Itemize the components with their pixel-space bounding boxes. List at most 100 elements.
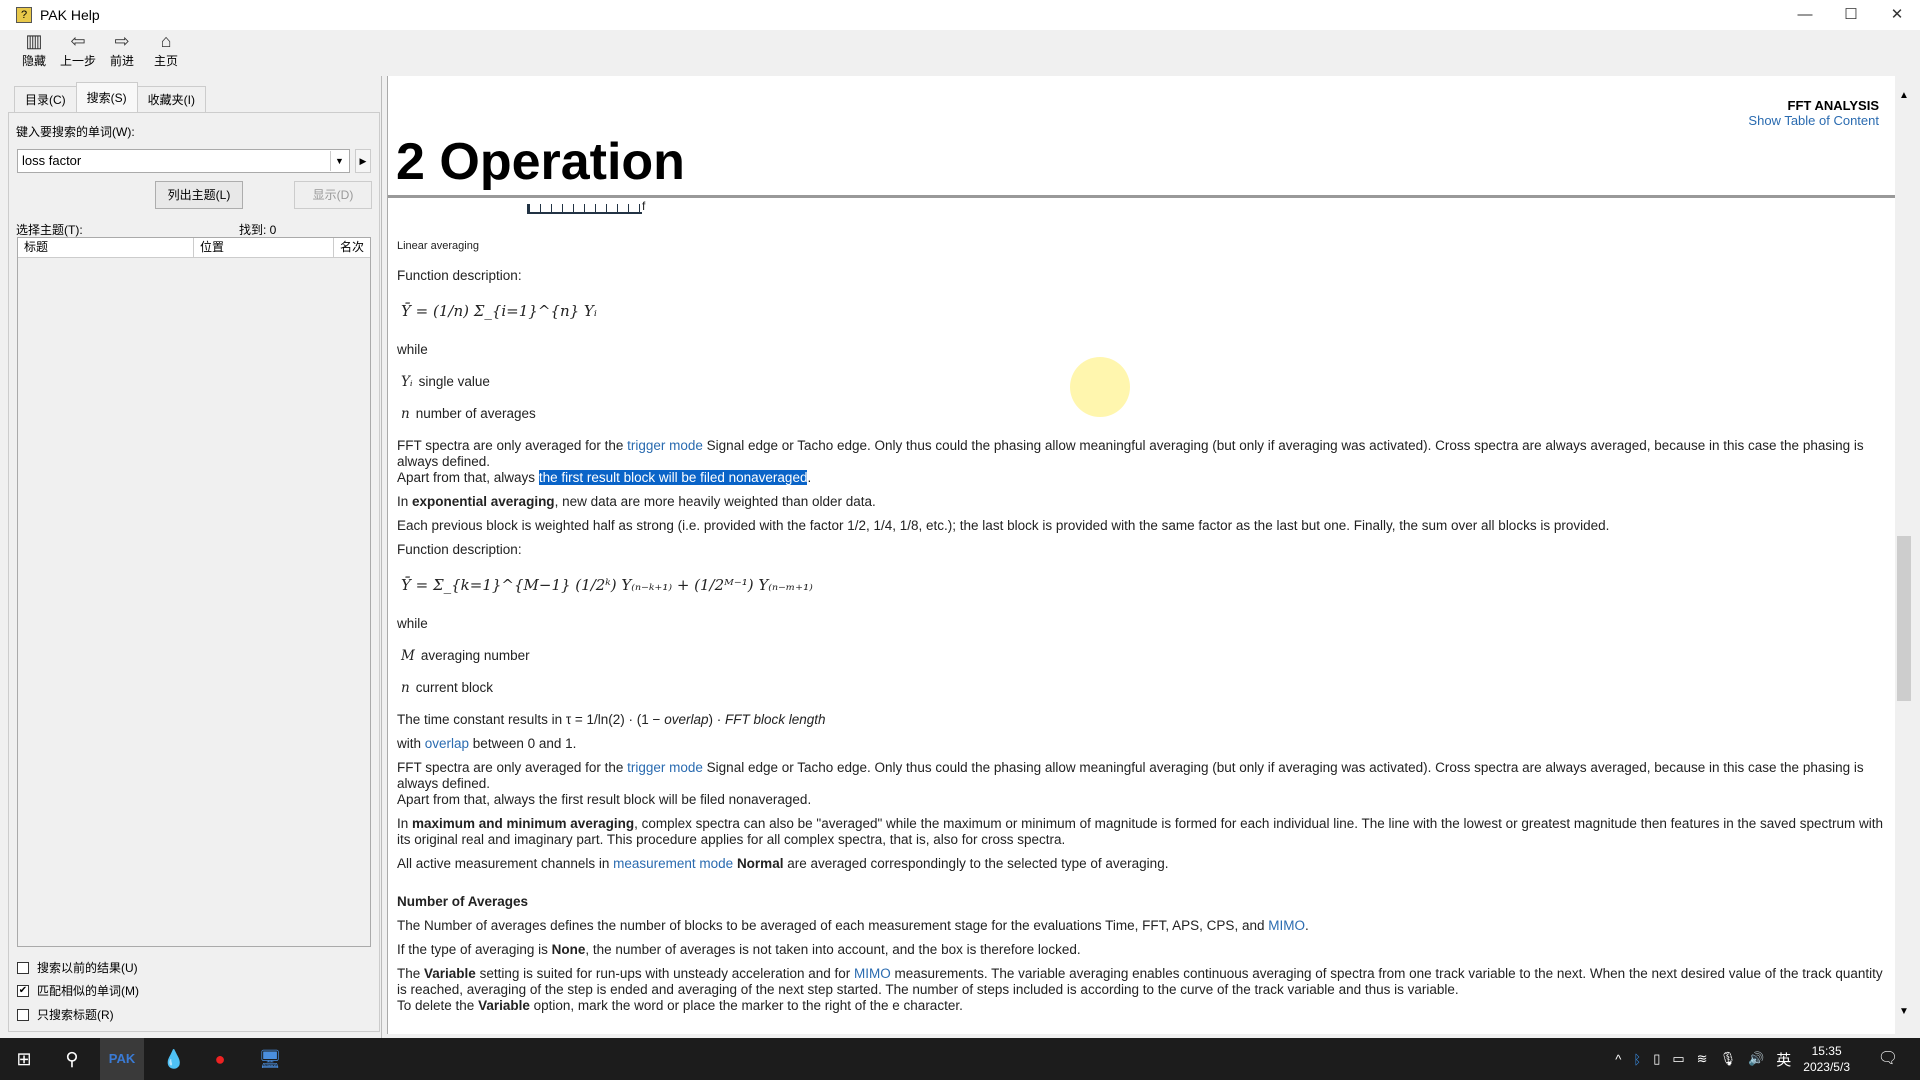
caption: Linear averaging — [397, 240, 479, 252]
checkbox-label: 搜索以前的结果(U) — [37, 961, 138, 975]
pak-app-icon[interactable]: PAK — [100, 1038, 144, 1080]
wifi-icon[interactable]: ≋ — [1697, 1051, 1708, 1067]
scroll-up-icon[interactable]: ▲ — [1895, 90, 1913, 101]
tab-search[interactable]: 搜索(S) — [75, 82, 138, 112]
paragraph: FFT spectra are only averaged for the tr… — [397, 760, 1864, 807]
exponential-formula: Ȳ = Σ_{k=1}^{M−1} (1/2ᵏ) Y₍ₙ₋ₖ₊₁₎ + (1/2… — [401, 576, 813, 594]
measurement-mode-link[interactable]: measurement mode — [613, 856, 733, 871]
tab-contents[interactable]: 目录(C) — [14, 86, 77, 112]
linear-formula: Ȳ = (1/n) Σ_{i=1}^{n} Yᵢ — [401, 302, 597, 320]
taskbar: ⊞ ⚲ PAK 💧 ● 🖥 ^ ᛒ ▯ ▭ ≋ 🎙 🔊 英 15:35 2023/… — [0, 1038, 1920, 1080]
checkmark-icon[interactable]: ✔ — [17, 984, 29, 997]
scroll-down-icon[interactable]: ▼ — [1895, 1006, 1913, 1017]
paragraph: The Number of averages defines the numbe… — [397, 918, 1309, 933]
select-topic-label: 选择主题(T): — [16, 223, 83, 237]
windows-start-icon[interactable]: ⊞ — [0, 1038, 48, 1080]
chevron-down-icon[interactable]: ▼ — [330, 151, 348, 171]
help-app-icon: ? — [16, 7, 32, 23]
record-app-icon[interactable]: ● — [196, 1038, 244, 1080]
search-previous-checkbox[interactable]: 搜索以前的结果(U) — [17, 959, 138, 976]
titles-only-checkbox[interactable]: 只搜索标题(R) — [17, 1006, 114, 1023]
paragraph: In exponential averaging, new data are m… — [397, 494, 876, 509]
column-title[interactable]: 标题 — [18, 238, 194, 257]
date: 2023/5/3 — [1803, 1060, 1850, 1074]
chevron-up-icon[interactable]: ^ — [1615, 1052, 1621, 1067]
definition: current block — [415, 680, 493, 695]
navigation-pane: 目录(C) 搜索(S) 收藏夹(I) 键入要搜索的单词(W): loss fac… — [0, 76, 382, 1038]
overlap-link[interactable]: overlap — [425, 736, 469, 751]
symbol: n — [401, 406, 410, 422]
scrollbar-thumb[interactable] — [1897, 536, 1911, 701]
help-content: FFT ANALYSIS Show Table of Content 2 Ope… — [387, 76, 1895, 1034]
maximize-button[interactable]: ☐ — [1828, 0, 1874, 30]
back-button[interactable]: ⇦ 上一步 — [56, 30, 100, 76]
paragraph: In maximum and minimum averaging, comple… — [397, 816, 1884, 847]
checkbox[interactable] — [17, 1008, 29, 1021]
time: 15:35 — [1811, 1044, 1842, 1058]
back-label: 上一步 — [59, 54, 96, 68]
mimo-link[interactable]: MIMO — [854, 966, 891, 981]
frequency-axis-figure — [527, 204, 642, 214]
symbol: Yᵢ — [401, 374, 413, 390]
search-icon[interactable]: ⚲ — [48, 1038, 96, 1080]
battery-icon[interactable]: ▭ — [1672, 1051, 1684, 1067]
title-bar: ? PAK Help — ☐ ✕ — [0, 0, 1920, 30]
function-description: Function description: — [397, 268, 522, 283]
forward-label: 前进 — [109, 54, 134, 68]
function-description: Function description: — [397, 542, 522, 557]
search-value: loss factor — [22, 153, 82, 168]
forward-arrow-icon: ⇨ — [114, 31, 130, 51]
trigger-mode-link[interactable]: trigger mode — [627, 438, 703, 453]
notification-icon[interactable]: 🗨 — [1864, 1038, 1912, 1080]
home-label: 主页 — [153, 54, 178, 68]
hide-button[interactable]: ▥ 隐藏 — [12, 30, 56, 76]
search-label: 键入要搜索的单词(W): — [16, 125, 135, 139]
list-topics-button[interactable]: 列出主题(L) — [155, 181, 243, 209]
paragraph: All active measurement channels in measu… — [397, 856, 1169, 871]
definition: number of averages — [415, 406, 536, 421]
microphone-icon[interactable]: 🎙 — [1720, 1051, 1737, 1067]
volume-icon[interactable]: 🔊 — [1748, 1051, 1764, 1067]
home-button[interactable]: ⌂ 主页 — [144, 30, 188, 76]
column-rank[interactable]: 名次 — [334, 238, 370, 257]
tab-favorites[interactable]: 收藏夹(I) — [136, 86, 206, 112]
forward-button[interactable]: ⇨ 前进 — [100, 30, 144, 76]
clock[interactable]: 15:35 2023/5/3 — [1803, 1043, 1850, 1075]
paragraph: Each previous block is weighted half as … — [397, 518, 1610, 533]
symbol: M — [401, 648, 415, 664]
selected-text[interactable]: the first result block will be filed non… — [538, 470, 808, 485]
ime-indicator[interactable]: 英 — [1776, 1049, 1791, 1070]
minimize-button[interactable]: — — [1782, 0, 1828, 30]
found-count: 找到: 0 — [239, 223, 277, 237]
column-location[interactable]: 位置 — [194, 238, 334, 257]
paragraph: FFT spectra are only averaged for the tr… — [397, 438, 1864, 485]
remote-desktop-icon[interactable]: 🖥 — [246, 1038, 294, 1080]
search-input[interactable]: loss factor ▼ — [17, 149, 350, 173]
mimo-link[interactable]: MIMO — [1268, 918, 1305, 933]
paint-app-icon[interactable]: 💧 — [150, 1038, 198, 1080]
search-panel: 键入要搜索的单词(W): loss factor ▼ ▶ 列出主题(L) 显示(D… — [8, 112, 380, 1032]
hide-icon: ▥ — [25, 31, 43, 51]
vertical-scrollbar[interactable]: ▲ ▼ — [1895, 76, 1913, 1034]
trigger-mode-link[interactable]: trigger mode — [627, 760, 703, 775]
home-icon: ⌂ — [160, 31, 172, 51]
section-title: FFT ANALYSIS — [1787, 98, 1880, 113]
definition: single value — [418, 374, 490, 389]
show-toc-link[interactable]: Show Table of Content — [1748, 113, 1879, 128]
axis-label: f — [642, 199, 646, 213]
section-heading: Number of Averages — [397, 894, 529, 909]
checkbox[interactable] — [17, 961, 29, 974]
paragraph: If the type of averaging is None, the nu… — [397, 942, 1081, 957]
results-list[interactable]: 标题 位置 名次 — [17, 237, 371, 947]
back-arrow-icon: ⇦ — [70, 31, 86, 51]
match-similar-checkbox[interactable]: ✔ 匹配相似的单词(M) — [17, 982, 139, 999]
paragraph: The Variable setting is suited for run-u… — [397, 966, 1883, 1013]
display-button[interactable]: 显示(D) — [294, 181, 372, 209]
bluetooth-icon[interactable]: ᛒ — [1633, 1052, 1641, 1067]
toolbar: ▥ 隐藏 ⇦ 上一步 ⇨ 前进 ⌂ 主页 — [0, 30, 1920, 76]
usb-icon[interactable]: ▯ — [1653, 1051, 1660, 1067]
while-label: while — [397, 342, 428, 357]
while-label: while — [397, 616, 428, 631]
close-button[interactable]: ✕ — [1874, 0, 1920, 30]
search-go-button[interactable]: ▶ — [355, 149, 371, 173]
